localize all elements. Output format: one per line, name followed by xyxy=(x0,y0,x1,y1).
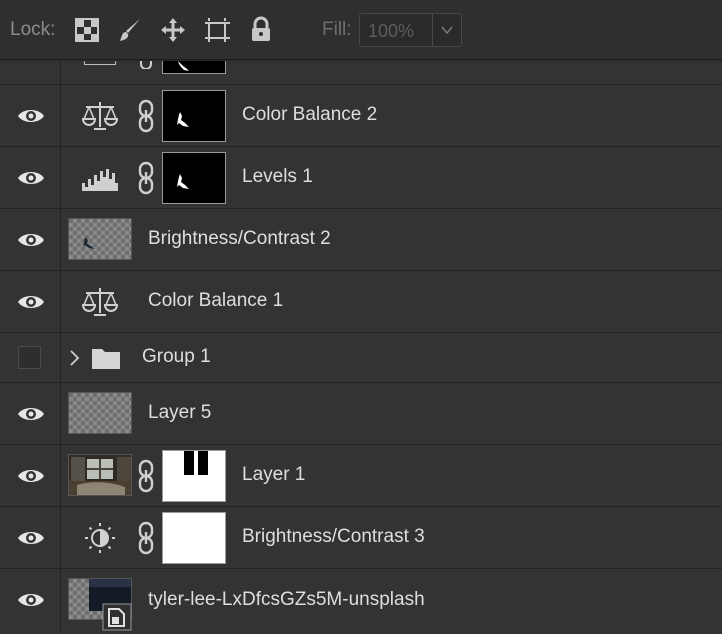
lock-image-pixels-icon[interactable] xyxy=(116,16,144,44)
link-icon[interactable] xyxy=(137,99,155,133)
eye-icon[interactable] xyxy=(17,405,45,423)
fill-opacity-value[interactable]: 100% xyxy=(368,21,414,42)
chevron-down-icon[interactable] xyxy=(439,22,455,38)
layer-name[interactable]: Levels 1 xyxy=(242,166,313,188)
eye-icon[interactable] xyxy=(17,231,45,249)
layer-mask-thumbnail[interactable] xyxy=(162,61,226,74)
lock-transparent-pixels-icon[interactable] xyxy=(73,16,101,44)
visibility-toggle-off[interactable] xyxy=(18,346,41,369)
layer-name[interactable]: Brightness/Contrast 2 xyxy=(148,228,331,250)
layer-name[interactable]: Layer 1 xyxy=(242,464,305,486)
layer-row-brightness-contrast-2[interactable]: Brightness/Contrast 2 xyxy=(0,209,722,271)
color-balance-icon xyxy=(81,102,119,130)
layer-row-smart-object[interactable]: tyler-lee-LxDfcsGZs5M-unsplash xyxy=(0,569,722,634)
eye-icon[interactable] xyxy=(17,107,45,125)
adjustment-icon-partial xyxy=(84,61,116,65)
layer-row-group-1[interactable]: Group 1 xyxy=(0,333,722,383)
lock-position-icon[interactable] xyxy=(159,16,187,44)
link-icon[interactable] xyxy=(137,521,155,555)
layers-list: Color Balance 2 Levels 1 Brightness/Cont… xyxy=(0,61,722,634)
visibility-column xyxy=(0,209,61,270)
lock-artboard-icon[interactable] xyxy=(203,16,231,44)
visibility-column xyxy=(0,569,61,634)
layer-thumbnail[interactable] xyxy=(68,392,132,434)
chevron-right-icon[interactable] xyxy=(68,349,80,367)
visibility-column xyxy=(0,85,61,146)
layer-mask-thumbnail[interactable] xyxy=(162,90,226,142)
layer-row-color-balance-1[interactable]: Color Balance 1 xyxy=(0,271,722,333)
layer-row-color-balance-2[interactable]: Color Balance 2 xyxy=(0,85,722,147)
layer-name[interactable]: Layer 5 xyxy=(148,402,211,424)
link-icon[interactable] xyxy=(137,161,155,195)
visibility-column xyxy=(0,271,61,332)
eye-icon[interactable] xyxy=(17,529,45,547)
layer-mask-thumbnail[interactable] xyxy=(162,152,226,204)
fill-divider xyxy=(432,14,433,46)
brightness-contrast-icon xyxy=(85,523,115,553)
lock-label: Lock: xyxy=(10,19,56,40)
fill-opacity-field[interactable]: 100% xyxy=(359,13,462,47)
levels-histogram-icon xyxy=(82,169,118,191)
layer-row-layer-1[interactable]: Layer 1 xyxy=(0,445,722,507)
visibility-column xyxy=(0,147,61,208)
fill-label: Fill: xyxy=(322,19,352,40)
layer-name[interactable]: Brightness/Contrast 3 xyxy=(242,526,425,548)
link-icon[interactable] xyxy=(138,61,154,69)
smart-object-icon xyxy=(102,603,132,631)
lock-all-icon[interactable] xyxy=(247,16,275,44)
folder-icon xyxy=(92,349,120,369)
eye-icon[interactable] xyxy=(17,169,45,187)
visibility-column xyxy=(0,507,61,568)
layer-mask-thumbnail[interactable] xyxy=(162,450,226,502)
layer-row-levels-1[interactable]: Levels 1 xyxy=(0,147,722,209)
layer-row-layer-5[interactable]: Layer 5 xyxy=(0,383,722,445)
layer-name[interactable]: Color Balance 2 xyxy=(242,104,377,126)
layer-row-brightness-contrast-3[interactable]: Brightness/Contrast 3 xyxy=(0,507,722,569)
layer-name[interactable]: tyler-lee-LxDfcsGZs5M-unsplash xyxy=(148,589,425,611)
visibility-column xyxy=(0,61,61,84)
link-icon[interactable] xyxy=(137,459,155,493)
layer-name[interactable]: Color Balance 1 xyxy=(148,290,283,312)
visibility-column xyxy=(0,445,61,506)
eye-icon[interactable] xyxy=(17,293,45,311)
layer-mask-thumbnail[interactable] xyxy=(162,512,226,564)
layer-image-thumbnail[interactable] xyxy=(68,454,132,496)
layer-row[interactable] xyxy=(0,61,722,85)
layer-lock-bar: Lock: Fill: 100% xyxy=(0,0,722,60)
color-balance-icon xyxy=(81,288,119,316)
layer-thumbnail[interactable] xyxy=(68,218,132,260)
visibility-column xyxy=(0,333,61,382)
layer-name[interactable]: Group 1 xyxy=(142,346,211,368)
eye-icon[interactable] xyxy=(17,467,45,485)
visibility-column xyxy=(0,383,61,444)
eye-icon[interactable] xyxy=(17,591,45,609)
